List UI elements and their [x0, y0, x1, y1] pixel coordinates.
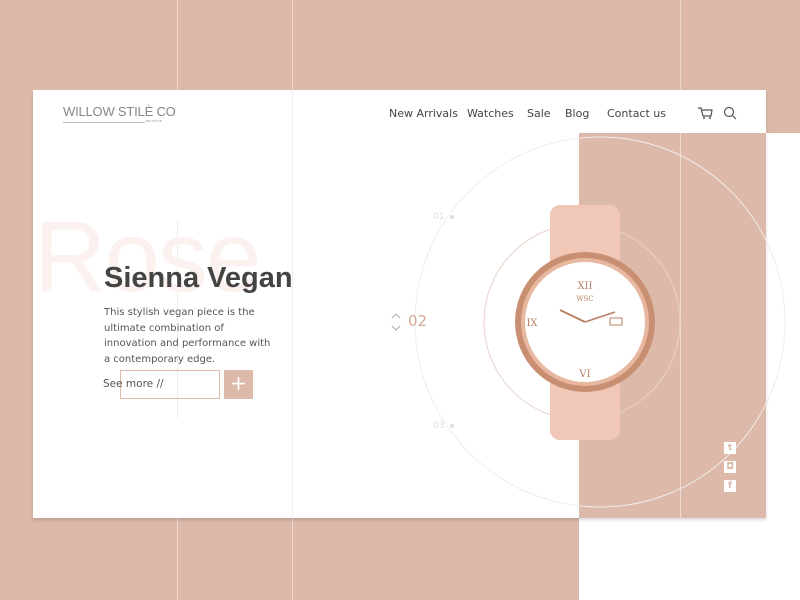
- up-down-chevron-icon[interactable]: [391, 313, 401, 331]
- slider-arc: [414, 136, 786, 508]
- slider-current: 02: [408, 312, 428, 330]
- slider-step-03[interactable]: 03: [433, 421, 444, 431]
- watch-image: XII VI IX WSC: [515, 205, 655, 440]
- svg-text:XII: XII: [577, 281, 592, 292]
- watch-dial-text: WSC: [576, 295, 593, 303]
- facebook-icon[interactable]: f: [724, 480, 736, 492]
- twitter-icon[interactable]: t: [724, 442, 736, 454]
- slider-step-01[interactable]: 01: [433, 212, 444, 222]
- svg-text:IX: IX: [526, 318, 538, 329]
- svg-text:VI: VI: [578, 369, 590, 380]
- instagram-icon[interactable]: ◘: [724, 461, 736, 473]
